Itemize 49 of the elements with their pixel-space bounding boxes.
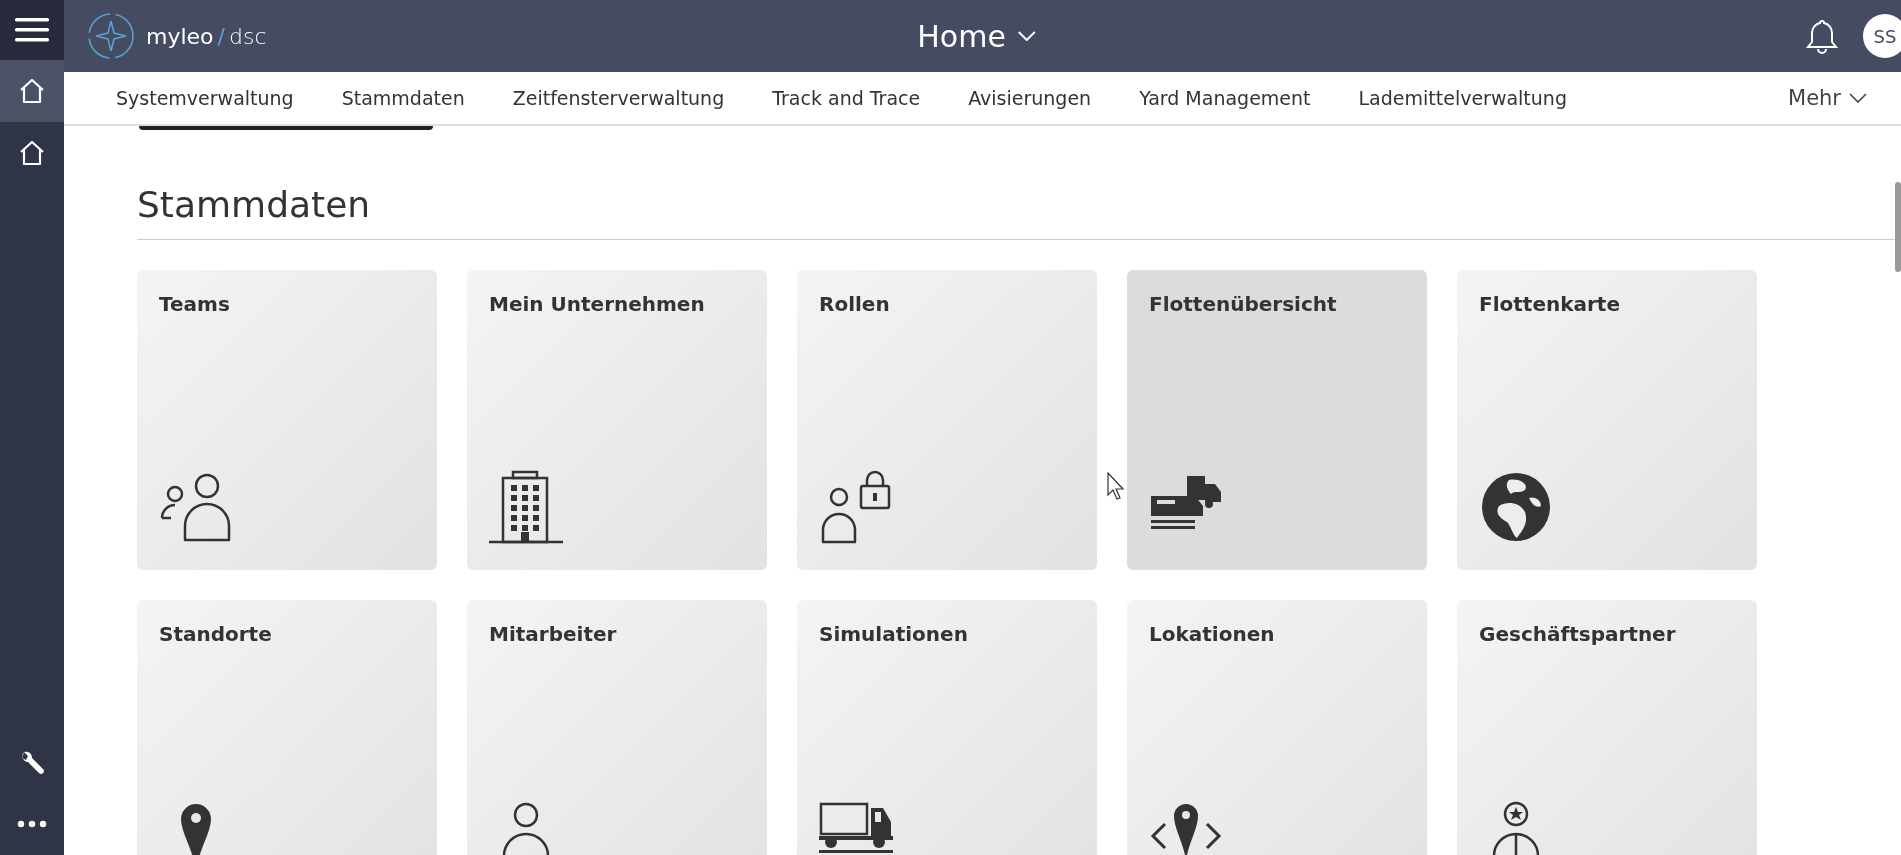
tile-title: Lokationen	[1149, 622, 1275, 646]
tile-title: Simulationen	[819, 622, 968, 646]
nav-tab[interactable]: Track and Trace	[748, 87, 945, 109]
logo-text: myleo	[146, 23, 214, 49]
nav-tab[interactable]: Yard Management	[1115, 87, 1335, 109]
tile-card[interactable]: Geschäftspartner	[1457, 600, 1757, 855]
person-lock-icon	[819, 470, 893, 544]
logo-divider: /	[217, 23, 225, 49]
truck-icon	[819, 800, 893, 855]
nav-tab[interactable]: Stammdaten	[317, 87, 489, 109]
tile-title: Flottenkarte	[1479, 292, 1620, 316]
menu-button[interactable]	[0, 0, 64, 60]
tile-title: Mein Unternehmen	[489, 292, 705, 316]
nav-tab[interactable]: Avisierungen	[944, 87, 1116, 109]
scrollbar-thumb[interactable]	[1895, 182, 1901, 272]
sidebar-item[interactable]	[0, 60, 64, 122]
tile-title: Mitarbeiter	[489, 622, 617, 646]
user-avatar[interactable]: SS	[1863, 14, 1901, 58]
tile-title: Flottenübersicht	[1149, 292, 1337, 316]
chevron-down-icon	[1017, 31, 1036, 41]
tile-title: Standorte	[159, 622, 272, 646]
tile-card[interactable]: Flottenübersicht	[1127, 270, 1427, 570]
more-icon	[17, 820, 47, 828]
tile-card[interactable]: Standorte	[137, 600, 437, 855]
chevron-down-icon	[1849, 93, 1867, 103]
home-icon	[18, 139, 46, 167]
tile-card[interactable]: Teams	[137, 270, 437, 570]
home-icon	[18, 77, 46, 105]
tile-card[interactable]: Flottenkarte	[1457, 270, 1757, 570]
nav-tab[interactable]: Lademittelverwaltung	[1334, 87, 1591, 109]
more-menu-button[interactable]: Mehr	[1788, 86, 1867, 110]
tile-card[interactable]: Lokationen	[1127, 600, 1427, 855]
nav-tab[interactable]: Zeitfensterverwaltung	[488, 87, 749, 109]
tile-card[interactable]: Simulationen	[797, 600, 1097, 855]
mouse-cursor-icon	[1107, 472, 1127, 502]
globe-icon	[1479, 470, 1553, 544]
menu-icon	[15, 17, 49, 43]
tile-card[interactable]: Rollen	[797, 270, 1097, 570]
building-icon	[489, 470, 563, 544]
page-title-dropdown[interactable]: Home	[917, 18, 1036, 54]
tile-title: Geschäftspartner	[1479, 622, 1676, 646]
logo-suffix: dsc	[229, 23, 267, 49]
tile-card[interactable]: Mitarbeiter	[467, 600, 767, 855]
tile-title: Rollen	[819, 292, 890, 316]
tile-card[interactable]: Mein Unternehmen	[467, 270, 767, 570]
notification-bell-icon[interactable]	[1805, 18, 1839, 54]
tile-title: Teams	[159, 292, 230, 316]
logo-icon	[86, 11, 136, 61]
nav-tab[interactable]: Systemverwaltung	[92, 87, 318, 109]
